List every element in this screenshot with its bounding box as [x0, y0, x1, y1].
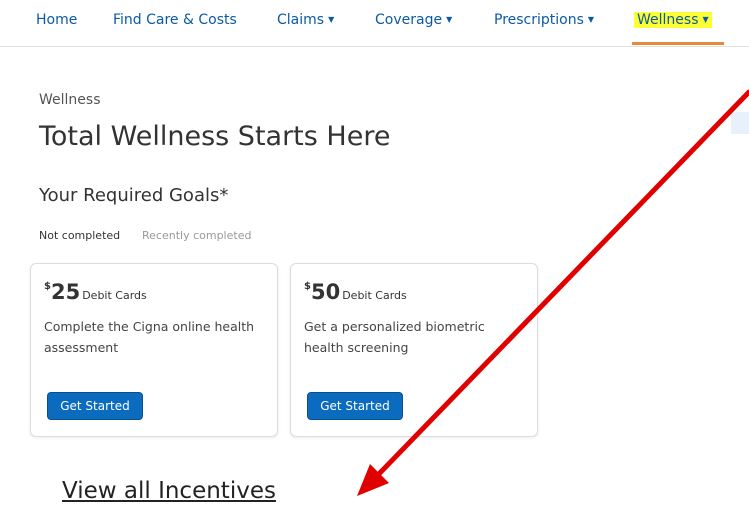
annotation-arrow-icon — [357, 89, 749, 496]
